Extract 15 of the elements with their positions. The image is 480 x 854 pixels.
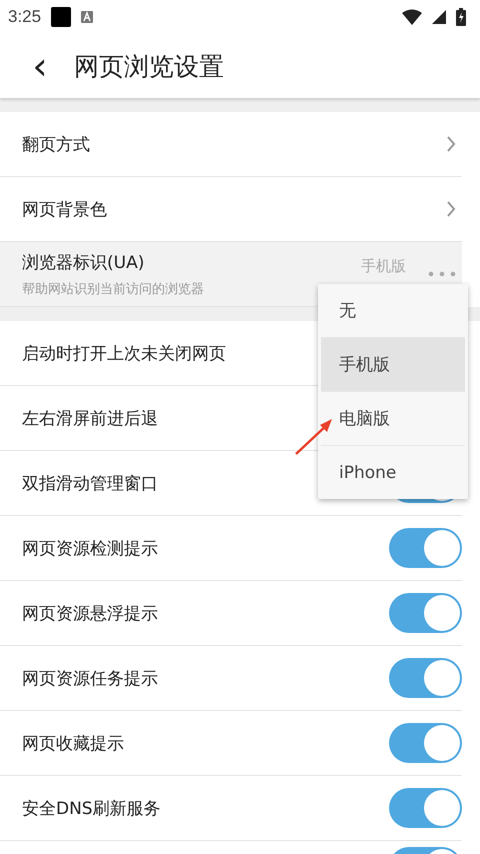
setting-value: 手机版 [361,256,406,276]
setting-description: 帮助网站识别当前访问的浏览器 [22,280,204,298]
setting-label: 网页资源检测提示 [22,538,158,560]
setting-label: 安全DNS刷新服务 [22,798,161,820]
setting-label: 网页收藏提示 [22,732,124,754]
setting-label: 翻页方式 [22,134,90,156]
setting-label: 浏览器标识(UA) [22,252,144,274]
setting-label: 双指滑动管理窗口 [22,472,158,494]
setting-label: 网页资源悬浮提示 [22,602,158,624]
setting-label: 启动时打开上次未关闭网页 [22,342,226,364]
setting-label: 网页背景色 [22,198,107,220]
setting-label: 网页资源任务提示 [22,668,158,690]
status-time: 3:25 [8,7,42,27]
setting-label: 左右滑屏前进后退 [22,408,158,430]
page-title: 网页浏览设置 [74,50,224,82]
